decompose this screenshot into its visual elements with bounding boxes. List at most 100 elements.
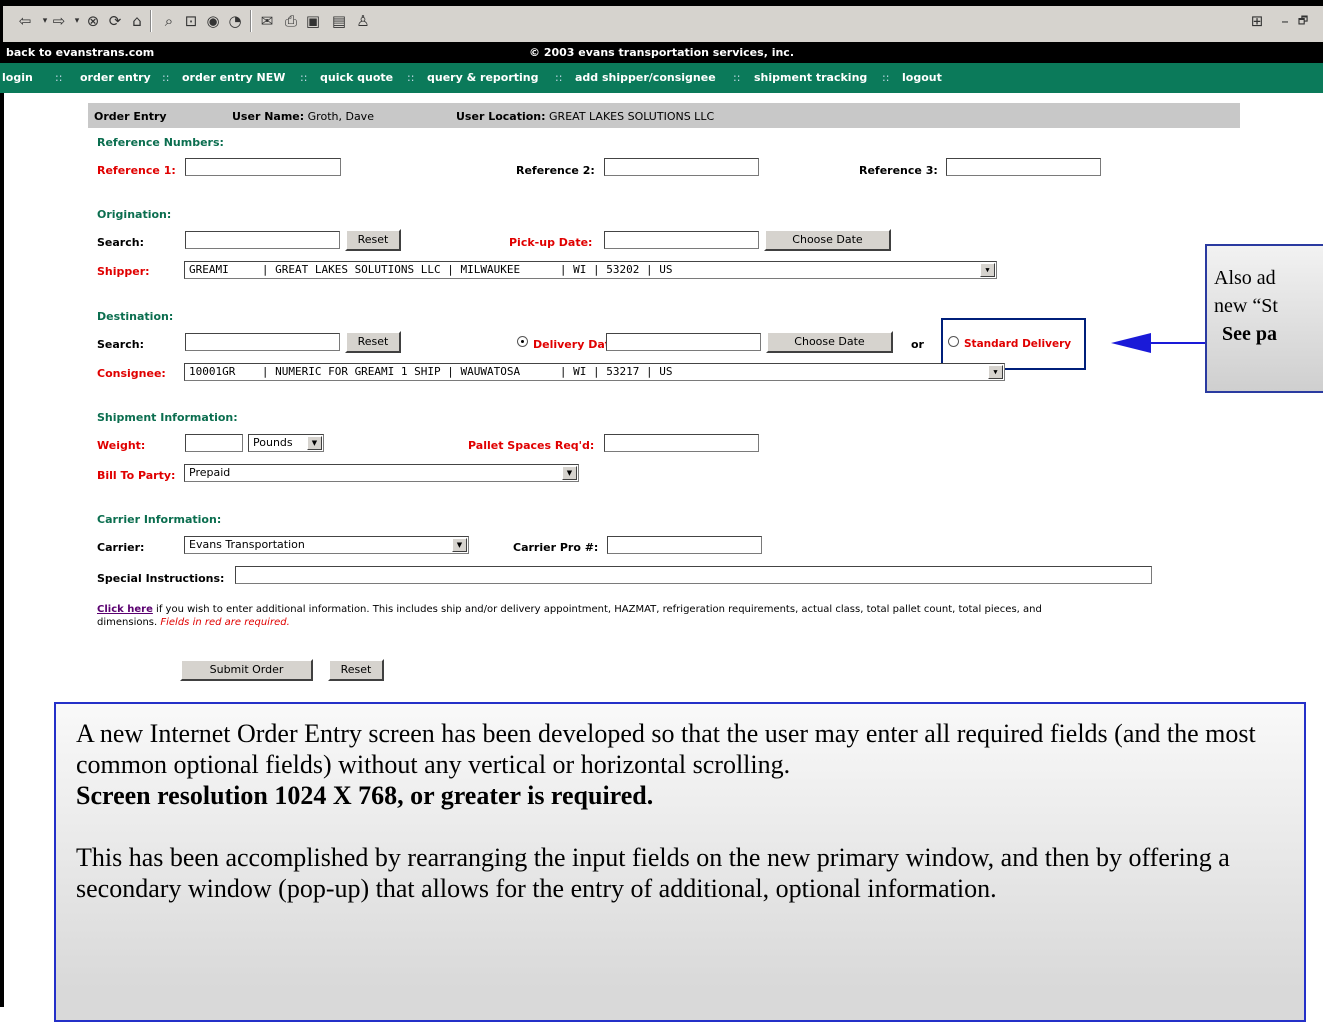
stop-icon[interactable]: ⊗ <box>84 12 102 30</box>
history-icon[interactable]: ◔ <box>226 12 244 30</box>
chevron-down-icon[interactable]: ▼ <box>562 466 577 480</box>
origin-search-label: Search: <box>97 236 144 249</box>
special-instructions-label: Special Instructions: <box>97 572 225 585</box>
toolbar-separator <box>250 10 252 32</box>
pallet-spaces-input[interactable] <box>604 434 759 452</box>
reference-2-label: Reference 2: <box>516 164 595 177</box>
pickup-date-label: Pick-up Date: <box>509 236 593 249</box>
submit-order-button[interactable]: Submit Order <box>180 659 313 681</box>
user-name-value: Groth, Dave <box>307 110 374 123</box>
user-location-value: GREAT LAKES SOLUTIONS LLC <box>549 110 715 123</box>
window-left-edge <box>0 93 4 1007</box>
discuss-icon[interactable]: ▤ <box>330 12 348 30</box>
or-label: or <box>911 338 924 351</box>
shipper-selected-value: GREAMI | GREAT LAKES SOLUTIONS LLC | MIL… <box>189 263 673 276</box>
nav-order-entry[interactable]: order entry <box>80 71 151 84</box>
nav-separator: :: <box>162 71 170 84</box>
pickup-choose-date-button[interactable]: Choose Date <box>764 229 891 251</box>
nav-shipment-tracking[interactable]: shipment tracking <box>754 71 867 84</box>
shipper-select[interactable]: GREAMI | GREAT LAKES SOLUTIONS LLC | MIL… <box>184 261 997 279</box>
home-icon[interactable]: ⌂ <box>128 12 146 30</box>
user-location-label: User Location: <box>456 110 546 123</box>
chevron-down-icon[interactable]: ▼ <box>452 538 467 552</box>
form-reset-button[interactable]: Reset <box>328 659 384 681</box>
weight-input[interactable] <box>185 434 243 452</box>
delivery-date-input[interactable] <box>606 333 761 351</box>
callout-arrow-icon <box>1111 333 1151 353</box>
origin-reset-button[interactable]: Reset <box>345 229 401 251</box>
destination-search-label: Search: <box>97 338 144 351</box>
edit-icon[interactable]: ▣ <box>304 12 322 30</box>
user-name-label: User Name: <box>232 110 305 123</box>
forward-icon[interactable]: ⇨ <box>50 12 68 30</box>
pickup-date-input[interactable] <box>604 231 759 249</box>
chevron-down-icon[interactable]: ▼ <box>980 263 995 277</box>
delivery-choose-date-button[interactable]: Choose Date <box>766 331 893 353</box>
nav-separator: :: <box>733 71 741 84</box>
reference-2-input[interactable] <box>604 158 759 176</box>
consignee-select[interactable]: 10001GR | NUMERIC FOR GREAMI 1 SHIP | WA… <box>184 363 1005 381</box>
destination-reset-button[interactable]: Reset <box>345 331 401 353</box>
weight-label: Weight: <box>97 439 146 452</box>
nav-separator: :: <box>55 71 63 84</box>
callout-arrow-line <box>1150 342 1208 344</box>
nav-quick-quote[interactable]: quick quote <box>320 71 393 84</box>
favorites-icon[interactable]: ⊡ <box>182 12 200 30</box>
nav-order-entry-new[interactable]: order entry NEW <box>182 71 285 84</box>
user-location-info: User Location: GREAT LAKES SOLUTIONS LLC <box>456 110 714 123</box>
destination-section-title: Destination: <box>97 310 174 323</box>
carrier-pro-input[interactable] <box>607 536 762 554</box>
callout-paragraph-1: A new Internet Order Entry screen has be… <box>76 719 1256 779</box>
toolbar-left-edge <box>0 6 3 42</box>
nav-separator: :: <box>882 71 890 84</box>
nav-add-shipper-consignee[interactable]: add shipper/consignee <box>575 71 716 84</box>
click-here-link[interactable]: Click here <box>97 604 153 615</box>
site-header-bar: back to evanstrans.com © 2003 evans tran… <box>0 42 1323 63</box>
consignee-label: Consignee: <box>97 367 166 380</box>
nav-query-reporting[interactable]: query & reporting <box>427 71 539 84</box>
nav-login[interactable]: login <box>2 71 33 84</box>
callout-paragraph-2: This has been accomplished by rearrangin… <box>76 843 1230 903</box>
reference-1-input[interactable] <box>185 158 341 176</box>
refresh-icon[interactable]: ⟳ <box>106 12 124 30</box>
messenger-icon[interactable]: ♙ <box>354 12 372 30</box>
bill-to-select[interactable]: Prepaid ▼ <box>184 464 579 482</box>
carrier-value: Evans Transportation <box>189 538 305 551</box>
carrier-select[interactable]: Evans Transportation ▼ <box>184 536 469 554</box>
back-icon[interactable]: ⇦ <box>16 12 34 30</box>
carrier-label: Carrier: <box>97 541 145 554</box>
callout-resolution-note: Screen resolution 1024 X 768, or greater… <box>76 781 654 810</box>
reference-3-label: Reference 3: <box>859 164 938 177</box>
description-callout: A new Internet Order Entry screen has be… <box>54 702 1306 1022</box>
copyright-text: © 2003 evans transportation services, in… <box>528 46 794 59</box>
additional-info-text: if you wish to enter additional informat… <box>152 604 1042 615</box>
windows-logo-icon: ⊞ <box>1250 12 1264 30</box>
print-icon[interactable]: ⎙ <box>282 12 300 30</box>
main-nav-bar: login :: order entry :: order entry NEW … <box>0 63 1323 93</box>
user-name-info: User Name: Groth, Dave <box>232 110 374 123</box>
delivery-date-radio[interactable] <box>517 336 528 347</box>
mail-icon[interactable]: ✉ <box>258 12 276 30</box>
nav-separator: :: <box>555 71 563 84</box>
chevron-down-icon[interactable]: ▼ <box>988 365 1003 379</box>
weight-unit-select[interactable]: Pounds ▼ <box>248 434 324 452</box>
weight-unit-value: Pounds <box>253 436 293 449</box>
media-icon[interactable]: ◉ <box>204 12 222 30</box>
search-icon[interactable]: ⌕ <box>160 12 178 30</box>
consignee-selected-value: 10001GR | NUMERIC FOR GREAMI 1 SHIP | WA… <box>189 365 673 378</box>
minimize-icon[interactable]: – <box>1276 12 1294 30</box>
browser-toolbar: ⇦ ▾ ⇨ ▾ ⊗ ⟳ ⌂ ⌕ ⊡ ◉ ◔ ✉ ⎙ ▣ ▤ ♙ ⊞ – 🗗 <box>0 0 1323 43</box>
special-instructions-input[interactable] <box>235 566 1152 584</box>
chevron-down-icon[interactable]: ▼ <box>307 436 322 450</box>
nav-logout[interactable]: logout <box>902 71 942 84</box>
carrier-section-title: Carrier Information: <box>97 513 222 526</box>
reference-3-input[interactable] <box>946 158 1101 176</box>
nav-separator: :: <box>300 71 308 84</box>
destination-search-input[interactable] <box>185 333 340 351</box>
reference-section-title: Reference Numbers: <box>97 136 224 149</box>
standard-delivery-callout: Also ad new “St See pa <box>1205 244 1323 393</box>
origin-search-input[interactable] <box>185 231 340 249</box>
bill-to-value: Prepaid <box>189 466 231 479</box>
restore-icon[interactable]: 🗗 <box>1294 12 1312 30</box>
required-fields-note: Fields in red are required. <box>160 617 290 628</box>
